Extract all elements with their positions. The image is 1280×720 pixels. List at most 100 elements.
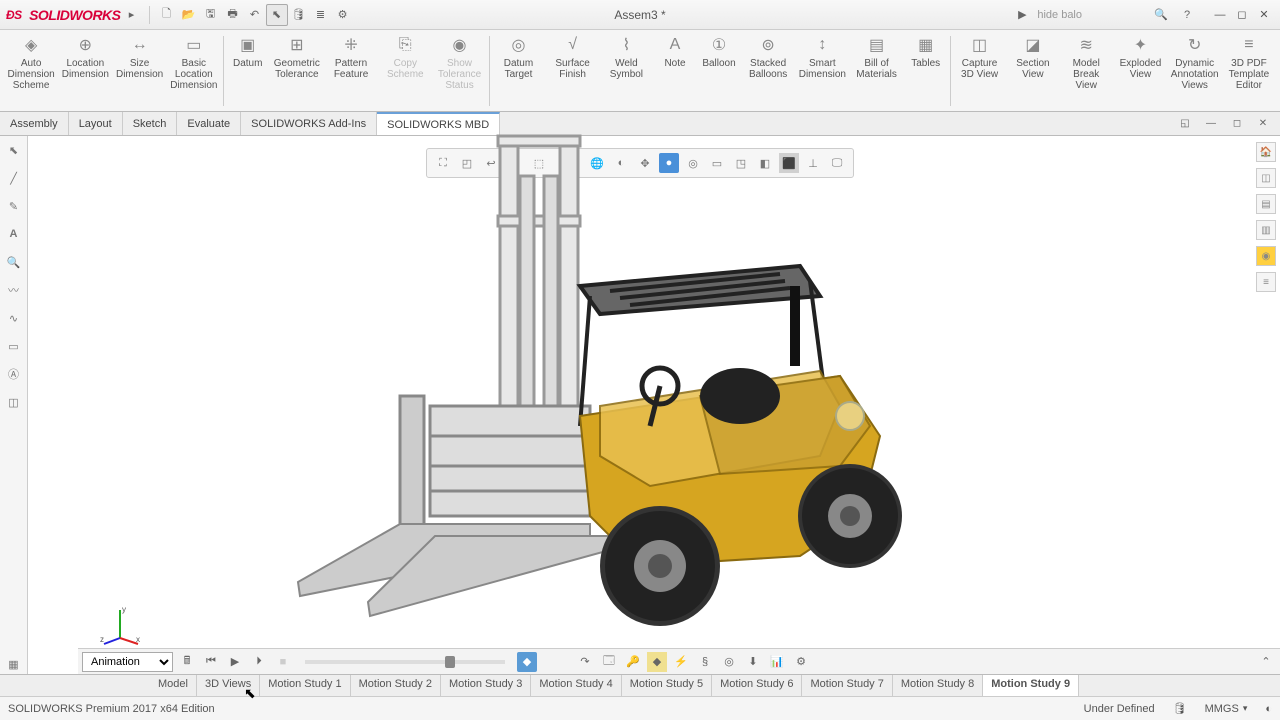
play-button[interactable]: ▶	[225, 652, 245, 672]
sketch-tool[interactable]: ✎	[4, 196, 24, 216]
panel-close-icon[interactable]: ✕	[1252, 113, 1274, 135]
ribbon-auto-dimension-scheme[interactable]: ◈Auto Dimension Scheme	[4, 32, 58, 110]
collapse-up-icon[interactable]: ⌃	[1256, 652, 1276, 672]
bottom-tab-motion-study-1[interactable]: Motion Study 1	[260, 675, 350, 696]
ribbon-icon: ▤	[866, 34, 888, 56]
annotation-tool[interactable]: Ⓐ	[4, 364, 24, 384]
stop-button[interactable]: ■	[273, 652, 293, 672]
view-palette-icon[interactable]: ◉	[1256, 246, 1276, 266]
bottom-tab-motion-study-6[interactable]: Motion Study 6	[712, 675, 802, 696]
ribbon-section-view[interactable]: ◪Section View	[1007, 32, 1059, 110]
tab-sketch[interactable]: Sketch	[123, 112, 178, 135]
key-icon[interactable]: ◆	[517, 652, 537, 672]
ribbon-capture-3d-view[interactable]: ◫Capture 3D View	[952, 32, 1006, 110]
play-start-button[interactable]: ⏮	[201, 652, 221, 672]
results-button[interactable]: 📊	[767, 652, 787, 672]
ribbon-icon: ▭	[183, 34, 205, 56]
ribbon-label: Auto Dimension Scheme	[8, 58, 55, 91]
rebuild-button[interactable]: 🛢	[288, 4, 310, 26]
bottom-tab-motion-study-3[interactable]: Motion Study 3	[441, 675, 531, 696]
new-doc-button[interactable]: 🗋	[156, 4, 178, 26]
play-icon[interactable]: ▶	[1011, 4, 1033, 26]
play-fwd-button[interactable]: ⏵	[249, 652, 269, 672]
design-lib-icon[interactable]: ▤	[1256, 194, 1276, 214]
appearances-tab-icon[interactable]: ≡	[1256, 272, 1276, 292]
ribbon-label: Copy Scheme	[382, 58, 428, 80]
file-explorer-icon[interactable]: ▥	[1256, 220, 1276, 240]
bottom-tab-motion-study-7[interactable]: Motion Study 7	[802, 675, 892, 696]
ribbon-size-dimension[interactable]: ↔Size Dimension	[112, 32, 166, 110]
ribbon-datum[interactable]: ▣Datum	[226, 32, 270, 110]
maximize-button[interactable]: ◻	[1232, 6, 1252, 24]
tab-assembly[interactable]: Assembly	[0, 112, 69, 135]
autokey-button[interactable]: 🔑	[623, 652, 643, 672]
ribbon-icon: ≡	[1238, 34, 1260, 56]
select-button[interactable]: ⬉	[266, 4, 288, 26]
panel-collapse-icon[interactable]: ◱	[1174, 113, 1196, 135]
resources-tab-icon[interactable]: ◫	[1256, 168, 1276, 188]
motor-button[interactable]: ⚡	[671, 652, 691, 672]
ribbon-model-break-view[interactable]: ≋Model Break View	[1059, 32, 1113, 110]
ribbon-icon: ①	[708, 34, 730, 56]
ribbon-label: Bill of Materials	[853, 58, 899, 80]
ribbon-dynamic-annotation-views[interactable]: ↻Dynamic Annotation Views	[1168, 32, 1222, 110]
motion-type-select[interactable]: Animation	[82, 652, 173, 672]
settings-button[interactable]: ⚙	[332, 4, 354, 26]
custom-icon[interactable]: ◐	[1265, 703, 1272, 715]
print-button[interactable]: 🖶	[222, 4, 244, 26]
bottom-tab-model[interactable]: Model	[150, 675, 197, 696]
task-pane: 🏠 ◫ ▤ ▥ ◉ ≡	[1256, 142, 1278, 292]
save-anim-button[interactable]: ↷	[575, 652, 595, 672]
gravity-button[interactable]: ⬇	[743, 652, 763, 672]
curve-tool[interactable]: ∿	[4, 308, 24, 328]
bottom-tab-motion-study-9[interactable]: Motion Study 9	[983, 675, 1079, 696]
help-icon[interactable]: ?	[1176, 4, 1198, 26]
units-label[interactable]: MMGS ▾	[1205, 703, 1248, 715]
calculate-button[interactable]: 🖩	[177, 652, 197, 672]
ribbon-icon: ▦	[915, 34, 937, 56]
cursor-tool[interactable]: ⬉	[4, 140, 24, 160]
svg-text:x: x	[136, 635, 140, 644]
app-logo: ƉS SOLIDWORKS	[6, 7, 121, 23]
bottom-tab-motion-study-8[interactable]: Motion Study 8	[893, 675, 983, 696]
home-tab-icon[interactable]: 🏠	[1256, 142, 1276, 162]
options-button[interactable]: ≣	[310, 4, 332, 26]
minimize-button[interactable]: —	[1210, 6, 1230, 24]
note-tool[interactable]: ▭	[4, 336, 24, 356]
contact-button[interactable]: ◎	[719, 652, 739, 672]
text-tool[interactable]: A	[4, 224, 24, 244]
bottom-tab-3d-views[interactable]: 3D Views	[197, 675, 260, 696]
add-key-button[interactable]: ◆	[647, 652, 667, 672]
spline-tool[interactable]: 〰	[4, 280, 24, 300]
close-button[interactable]: ✕	[1254, 6, 1274, 24]
undo-button[interactable]: ↶	[244, 4, 266, 26]
ribbon-label: Datum Target	[495, 58, 541, 80]
playback-slider[interactable]	[305, 660, 505, 664]
edit-target-icon[interactable]: 🛢	[1173, 702, 1187, 715]
zoom-tool[interactable]: 🔍	[4, 252, 24, 272]
bottom-tab-motion-study-5[interactable]: Motion Study 5	[622, 675, 712, 696]
orientation-triad[interactable]: y z x	[100, 604, 140, 644]
tab-layout[interactable]: Layout	[69, 112, 123, 135]
measure-tool[interactable]: ◫	[4, 392, 24, 412]
bottom-tab-motion-study-2[interactable]: Motion Study 2	[351, 675, 441, 696]
panel-max-icon[interactable]: ◻	[1226, 113, 1248, 135]
anim-wizard-button[interactable]: 🗔	[599, 652, 619, 672]
ribbon-label: Stacked Balloons	[745, 58, 791, 80]
expand-icon[interactable]: ▸	[121, 4, 143, 26]
open-doc-button[interactable]: 📂	[178, 4, 200, 26]
table-tool[interactable]: ▦	[4, 654, 24, 674]
motion-settings-button[interactable]: ⚙	[791, 652, 811, 672]
ribbon-exploded-view[interactable]: ✦Exploded View	[1113, 32, 1167, 110]
line-tool[interactable]: ╱	[4, 168, 24, 188]
graphics-viewport[interactable]: ⬉ ╱ ✎ A 🔍 〰 ∿ ▭ Ⓐ ◫ ▦ ⛶ ◰ ↩ ◫ ⬚ ◉ 🌐 ◐ ✥ …	[0, 136, 1280, 674]
ribbon-location-dimension[interactable]: ⊕Location Dimension	[58, 32, 112, 110]
ribbon-basic-location-dimension[interactable]: ▭Basic Location Dimension	[167, 32, 221, 110]
search-icon[interactable]: 🔍	[1150, 4, 1172, 26]
tab-evaluate[interactable]: Evaluate	[177, 112, 241, 135]
panel-min-icon[interactable]: —	[1200, 113, 1222, 135]
ribbon-3d-pdf-template-editor[interactable]: ≡3D PDF Template Editor	[1222, 32, 1276, 110]
spring-button[interactable]: §	[695, 652, 715, 672]
bottom-tab-motion-study-4[interactable]: Motion Study 4	[531, 675, 621, 696]
save-button[interactable]: 🖫	[200, 4, 222, 26]
